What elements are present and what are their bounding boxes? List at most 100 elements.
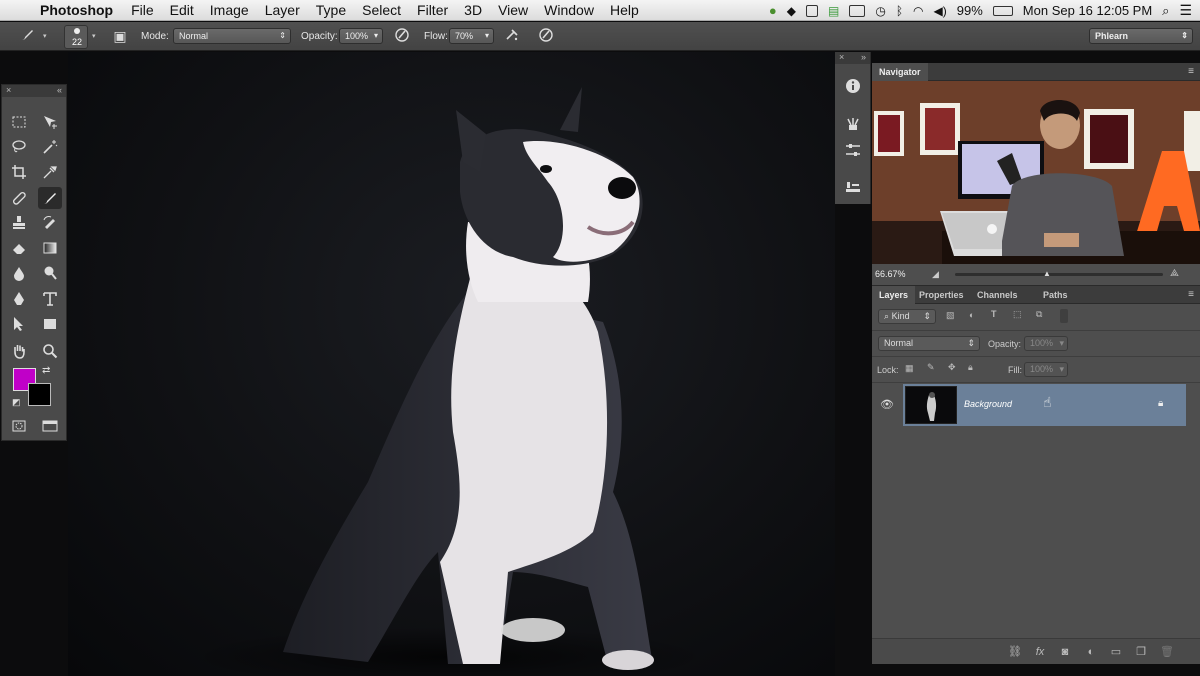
menu-filter[interactable]: Filter <box>417 2 448 18</box>
spotlight-icon[interactable]: ⌕ <box>1162 3 1169 19</box>
background-color-swatch[interactable] <box>28 383 51 406</box>
smart-object-filter-icon[interactable]: ⧉ <box>1036 309 1042 320</box>
zoom-out-icon[interactable]: ◢ <box>932 269 939 280</box>
fill-field[interactable]: 100% ▾ <box>1024 362 1068 377</box>
airbrush-icon[interactable] <box>503 27 521 45</box>
workspace-dropdown[interactable]: Phlearn ⇕ <box>1089 28 1193 44</box>
document-canvas[interactable] <box>68 52 835 676</box>
panel-menu-icon[interactable]: ≡ <box>1188 66 1194 77</box>
pen-tool-icon[interactable] <box>7 288 31 310</box>
layer-row-background[interactable]: Background ☝︎ 🔒︎ <box>903 384 1186 426</box>
tab-paths[interactable]: Paths <box>1036 286 1075 304</box>
quick-mask-icon[interactable] <box>7 415 31 437</box>
lock-position-icon[interactable]: ✥ <box>948 362 956 373</box>
clone-stamp-icon[interactable] <box>7 212 31 234</box>
time-machine-icon[interactable]: ◷ <box>875 4 885 18</box>
path-selection-icon[interactable] <box>7 313 31 335</box>
zoom-tool-icon[interactable] <box>38 340 62 362</box>
battery-percent[interactable]: 99% <box>957 3 983 18</box>
crop-tool-icon[interactable] <box>7 161 31 183</box>
app-menu[interactable]: Photoshop <box>40 2 113 18</box>
expand-icon[interactable]: » <box>861 52 866 62</box>
blend-mode-dropdown[interactable]: Normal ⇕ <box>878 336 980 351</box>
zoom-in-icon[interactable]: ⟁ <box>1170 268 1179 279</box>
pressure-opacity-icon[interactable] <box>393 27 411 45</box>
bars-app-icon[interactable]: ▤ <box>828 4 839 18</box>
new-layer-icon[interactable]: ❐ <box>1134 645 1148 659</box>
menu-image[interactable]: Image <box>210 2 249 18</box>
lasso-tool-icon[interactable] <box>7 136 31 158</box>
visibility-eye-icon[interactable]: 👁︎ <box>880 398 894 411</box>
gradient-tool-icon[interactable] <box>38 237 62 259</box>
eraser-icon[interactable] <box>7 237 31 259</box>
tab-navigator[interactable]: Navigator <box>872 63 928 81</box>
lock-transparent-icon[interactable]: ▦ <box>905 363 914 374</box>
layer-name[interactable]: Background <box>964 399 1012 409</box>
menu-file[interactable]: File <box>131 2 154 18</box>
magic-wand-icon[interactable] <box>38 136 62 158</box>
hand-tool-icon[interactable] <box>7 340 31 362</box>
mode-dropdown[interactable]: Normal ⇕ <box>173 28 291 44</box>
airplay-icon[interactable] <box>849 4 866 17</box>
brush-panel-toggle-icon[interactable]: ▣ <box>111 27 129 45</box>
brush-tool-icon[interactable] <box>38 187 62 209</box>
lock-pixels-icon[interactable]: ✎ <box>927 362 935 373</box>
close-icon[interactable]: × <box>839 52 844 62</box>
panel-menu-icon[interactable]: ≡ <box>1188 289 1194 300</box>
close-icon[interactable]: × <box>6 85 11 95</box>
brush-size-picker[interactable]: 22 <box>64 25 88 49</box>
blur-tool-icon[interactable] <box>7 262 31 284</box>
swap-colors-icon[interactable]: ⇄ <box>42 365 50 376</box>
marquee-tool-icon[interactable] <box>7 111 31 133</box>
evernote-icon[interactable]: ● <box>769 3 777 18</box>
layer-style-fx-icon[interactable]: fx <box>1033 645 1047 659</box>
opacity-field[interactable]: 100% ▾ <box>339 28 383 44</box>
link-layers-icon[interactable]: ⛓︎ <box>1008 645 1022 659</box>
pressure-size-icon[interactable] <box>537 27 555 45</box>
type-filter-icon[interactable]: T <box>991 309 997 319</box>
rectangle-tool-icon[interactable] <box>38 313 62 335</box>
navigator-preview[interactable] <box>872 81 1200 264</box>
chevron-down-icon[interactable]: ▾ <box>43 32 47 40</box>
healing-brush-icon[interactable] <box>7 187 31 209</box>
adjustment-filter-icon[interactable]: ◐ <box>969 310 974 320</box>
menu-type[interactable]: Type <box>316 2 346 18</box>
zoom-value[interactable]: 66.67% <box>875 269 906 279</box>
shape-filter-icon[interactable]: ⬚ <box>1013 309 1022 320</box>
move-tool-icon[interactable] <box>38 111 62 133</box>
collapse-icon[interactable]: « <box>57 85 62 95</box>
menu-view[interactable]: View <box>498 2 528 18</box>
default-colors-icon[interactable]: ◩ <box>12 397 21 408</box>
tab-channels[interactable]: Channels <box>970 286 1025 304</box>
new-group-icon[interactable]: ▭ <box>1109 645 1123 659</box>
lock-all-icon[interactable]: 🔒︎ <box>968 362 973 373</box>
menu-select[interactable]: Select <box>362 2 401 18</box>
zoom-slider-thumb-icon[interactable]: ▲ <box>1043 269 1051 278</box>
add-mask-icon[interactable]: ◙ <box>1058 645 1072 659</box>
brush-panel-icon[interactable] <box>841 138 865 162</box>
layer-lock-icon[interactable]: 🔒︎ <box>1158 398 1163 409</box>
pixel-filter-icon[interactable]: ▧ <box>946 310 955 321</box>
flow-field[interactable]: 70% ▾ <box>449 28 494 44</box>
bluetooth-icon[interactable]: ᛒ <box>896 4 903 18</box>
volume-icon[interactable]: ◀) <box>934 4 947 18</box>
grid-app-icon[interactable] <box>806 4 819 17</box>
layer-opacity-field[interactable]: 100% ▾ <box>1024 336 1068 351</box>
brush-presets-icon[interactable] <box>841 112 865 136</box>
adjustment-layer-icon[interactable]: ◐ <box>1084 645 1098 659</box>
tab-properties[interactable]: Properties <box>912 286 971 304</box>
brush-picker-chevron-icon[interactable]: ▾ <box>92 32 96 40</box>
tab-layers[interactable]: Layers <box>872 286 916 304</box>
menu-3d[interactable]: 3D <box>464 2 482 18</box>
eyedropper-icon[interactable] <box>38 161 62 183</box>
menu-help[interactable]: Help <box>610 2 639 18</box>
filter-toggle-switch[interactable] <box>1060 309 1068 323</box>
delete-layer-icon[interactable]: 🗑︎ <box>1160 645 1174 659</box>
history-brush-icon[interactable] <box>38 212 62 234</box>
clone-source-icon[interactable] <box>841 176 865 200</box>
brush-tool-preset-icon[interactable] <box>18 27 36 45</box>
battery-icon[interactable] <box>992 5 1013 16</box>
wifi-icon[interactable]: ◠ <box>913 4 923 18</box>
menu-edit[interactable]: Edit <box>170 2 194 18</box>
filter-kind-dropdown[interactable]: ⌕ Kind ⇕ <box>878 309 936 324</box>
